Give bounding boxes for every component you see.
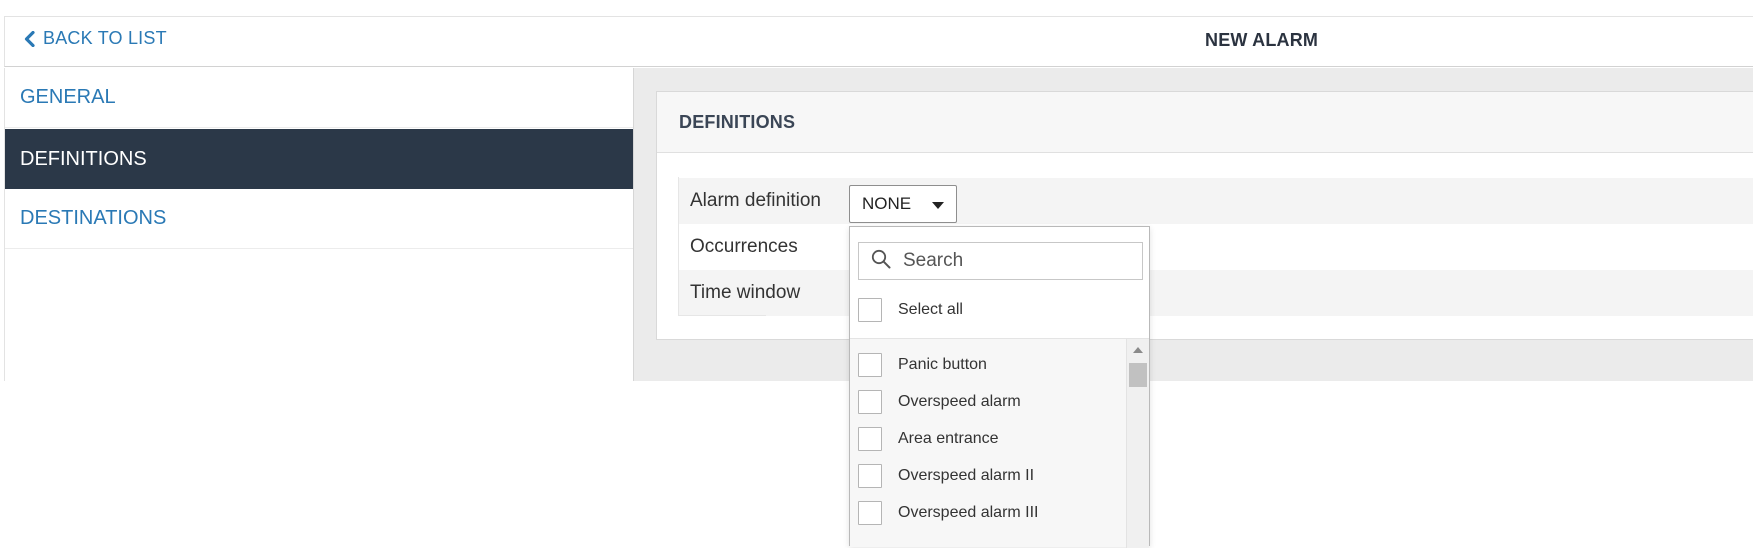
sidebar-item-label: GENERAL [20,86,116,108]
option-checkbox[interactable] [858,427,882,451]
option-checkbox[interactable] [858,464,882,488]
chevron-left-icon [24,30,35,47]
sidebar: GENERAL DEFINITIONS DESTINATIONS [4,68,634,381]
scroll-up-arrow-icon[interactable] [1133,347,1143,353]
top-bar [4,16,1753,67]
option-checkbox[interactable] [858,501,882,525]
back-to-list-label: BACK TO LIST [43,28,167,48]
scrollbar-thumb[interactable] [1129,363,1147,387]
time-window-label: Time window [690,282,801,303]
alarm-definition-select[interactable]: NONE [849,185,957,223]
sidebar-item-label: DEFINITIONS [20,147,147,170]
option-label: Overspeed alarm [898,393,1021,410]
page-title: NEW ALARM [1205,30,1319,50]
search-icon [871,249,891,274]
alarm-definition-dropdown: Select all Panic button Overspeed alarm … [849,226,1150,548]
option-checkbox[interactable] [858,390,882,414]
alarm-definition-row: Alarm definition [678,178,1753,224]
option-label: Area entrance [898,430,999,447]
panel-title: DEFINITIONS [657,92,1753,153]
sidebar-item-label: DESTINATIONS [20,207,167,229]
sidebar-item-destinations[interactable]: DESTINATIONS [5,189,634,249]
sidebar-item-definitions[interactable]: DEFINITIONS [5,129,634,189]
list-item[interactable]: Overspeed alarm III [858,501,1039,525]
alarm-definition-label: Alarm definition [690,190,821,211]
row-divider [678,315,766,316]
list-item[interactable]: Panic button [858,353,987,377]
sidebar-item-general[interactable]: GENERAL [5,68,634,128]
select-all-checkbox[interactable] [858,298,882,322]
select-all-label: Select all [898,301,963,318]
options-list[interactable]: Panic button Overspeed alarm Area entran… [850,338,1149,548]
caret-down-icon [932,202,944,209]
list-item[interactable]: Overspeed alarm II [858,464,1034,488]
option-checkbox[interactable] [858,353,882,377]
option-label: Overspeed alarm II [898,467,1035,484]
list-item[interactable]: Overspeed alarm [858,390,1021,414]
list-item[interactable]: Area entrance [858,427,999,451]
row-divider [678,177,679,316]
option-label: Overspeed alarm III [898,504,1039,521]
alarm-definition-select-value: NONE [862,194,912,213]
search-box[interactable] [858,242,1143,280]
option-label: Panic button [898,356,987,373]
select-all-option[interactable]: Select all [858,298,963,322]
back-to-list-link[interactable]: BACK TO LIST [24,28,167,49]
options-scrollbar[interactable] [1126,339,1149,548]
occurrences-label: Occurrences [690,236,798,257]
time-window-row: Time window [678,270,1753,316]
search-input[interactable] [901,249,1135,273]
occurrences-row: Occurrences [678,224,1753,270]
